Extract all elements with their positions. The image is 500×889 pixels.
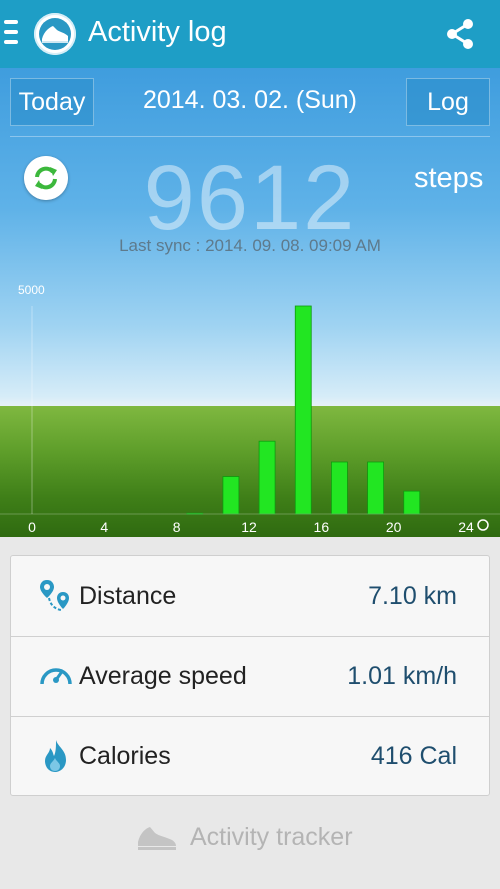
app-bar: Activity log (0, 0, 500, 68)
activity-tracker-link[interactable]: Activity tracker (136, 817, 353, 857)
calories-row: Calories 416 Cal (11, 716, 489, 796)
speedometer-icon (40, 668, 72, 685)
stats-card: Distance 7.10 km Average speed 1.01 km/h… (10, 555, 490, 796)
location-route-icon (40, 580, 69, 611)
calories-value: 416 Cal (370, 742, 457, 770)
x-tick-label: 8 (173, 519, 181, 535)
chart-bar (258, 440, 276, 515)
shoe-icon (138, 827, 176, 850)
chart-bar (367, 461, 384, 515)
distance-label: Distance (79, 582, 177, 610)
distance-value: 7.10 km (368, 582, 457, 610)
chart-bar (294, 305, 312, 515)
x-tick-label: 24 (458, 519, 474, 535)
average-speed-row: Average speed 1.01 km/h (11, 636, 489, 717)
chart-bar (403, 490, 421, 515)
x-tick-label: 4 (100, 519, 108, 535)
calories-label: Calories (79, 742, 171, 770)
x-tick-label: 16 (314, 519, 330, 535)
activity-hero: Today 2014. 03. 02. (Sun) Log 9612 steps… (0, 68, 500, 537)
x-tick-label: 20 (386, 519, 402, 535)
clock-marker-icon (477, 519, 489, 531)
y-axis-max-label: 5000 (18, 283, 45, 297)
chart-bar (222, 476, 240, 515)
flame-icon (45, 740, 66, 772)
average-speed-value: 1.01 km/h (347, 662, 457, 690)
average-speed-label: Average speed (79, 662, 247, 690)
x-tick-label: 12 (241, 519, 257, 535)
activity-tracker-label: Activity tracker (190, 822, 353, 851)
distance-row: Distance 7.10 km (11, 556, 489, 637)
x-tick-label: 0 (28, 519, 36, 535)
chart-bar (331, 461, 348, 515)
hourly-steps-chart: 5000 0 4 8 12 16 20 24 (0, 283, 500, 535)
page-title: Activity log (88, 16, 227, 48)
share-icon[interactable] (444, 18, 476, 50)
app-logo-shoe-icon[interactable] (34, 13, 76, 55)
drawer-menu-icon[interactable] (4, 20, 18, 48)
